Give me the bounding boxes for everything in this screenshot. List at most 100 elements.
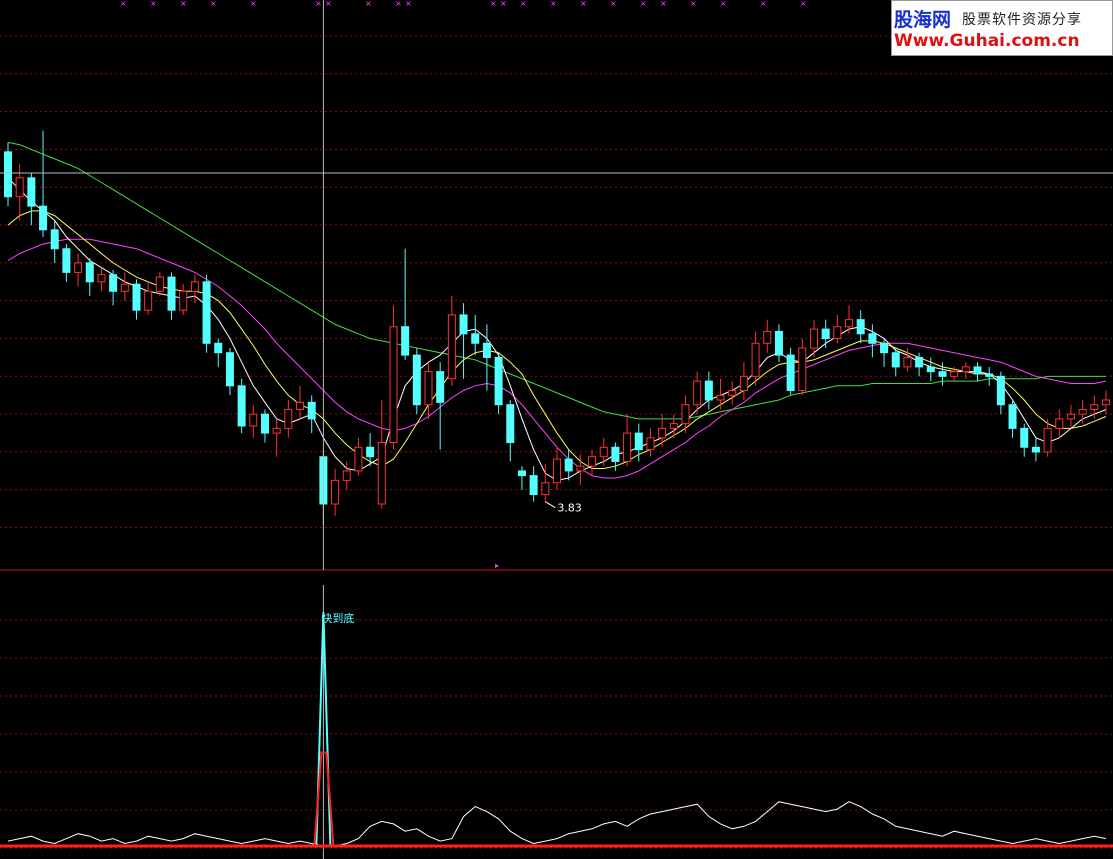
indicator-panel — [0, 612, 1113, 848]
candle-body — [599, 446, 608, 458]
candle-body — [786, 354, 795, 392]
indicator-line — [7, 801, 1107, 847]
candle-body — [167, 276, 176, 311]
ma-mid-line — [7, 210, 1107, 469]
top-marker: × — [800, 0, 807, 8]
top-marker: × — [690, 0, 697, 8]
candle — [401, 248, 410, 360]
candle — [74, 253, 83, 287]
candle — [85, 258, 94, 296]
candle-body — [996, 375, 1005, 406]
candle-body — [471, 333, 480, 344]
candle-body — [728, 390, 737, 396]
candle — [260, 409, 269, 443]
top-marker: × — [580, 0, 587, 8]
candle-body — [179, 290, 188, 311]
candle — [763, 319, 772, 353]
candle — [459, 303, 468, 379]
candle — [704, 371, 713, 410]
top-marker: × — [395, 0, 402, 8]
candle-body — [751, 342, 760, 377]
candle-body — [3, 151, 13, 198]
candle — [307, 395, 316, 434]
candle — [1031, 437, 1040, 462]
candle-body — [109, 274, 118, 292]
candle — [517, 466, 526, 490]
candle — [447, 296, 456, 386]
candle — [50, 220, 59, 263]
top-marker: × — [720, 0, 727, 8]
top-marker: × — [660, 0, 667, 8]
top-marker: × — [150, 0, 157, 8]
candle-body — [85, 262, 94, 283]
candle — [891, 348, 900, 377]
candle — [167, 272, 176, 320]
candle — [880, 338, 889, 367]
candle-body — [588, 456, 597, 467]
candle-body — [646, 437, 655, 451]
candle — [132, 279, 141, 320]
candle-body — [950, 371, 959, 377]
candle-body — [424, 371, 433, 406]
candle-body — [541, 482, 550, 496]
top-marker: × — [315, 0, 322, 8]
candle-body — [763, 330, 772, 344]
candle — [284, 400, 293, 438]
candle-body — [576, 465, 585, 472]
candle-body — [225, 352, 234, 387]
candle-body — [62, 248, 71, 273]
candle-body — [482, 342, 491, 358]
candle-body — [658, 427, 667, 439]
candle — [225, 348, 234, 396]
candle-body — [845, 319, 854, 328]
candle-body — [39, 205, 48, 231]
candle-body — [564, 458, 573, 472]
candle — [856, 310, 865, 344]
candle-body — [144, 290, 153, 311]
candle-body — [716, 394, 725, 401]
candle-body — [459, 314, 468, 335]
top-marker: × — [490, 0, 497, 8]
top-marker: × — [120, 0, 127, 8]
candle-body — [693, 380, 702, 406]
candle — [214, 338, 223, 367]
candle-body — [915, 356, 924, 368]
candle — [249, 404, 258, 438]
candle — [144, 281, 153, 315]
candle-body — [669, 423, 678, 429]
candle — [354, 437, 363, 476]
candle-body — [506, 404, 515, 444]
candle — [786, 348, 795, 396]
top-marker: × — [760, 0, 767, 8]
candle-body — [856, 319, 865, 335]
top-markers: × × × × × × × × × × × × × × × × × × × × × ×▸ — [120, 0, 807, 570]
candle — [588, 449, 597, 476]
top-marker: × — [500, 0, 507, 8]
candle-body — [880, 342, 889, 354]
candle — [728, 381, 737, 405]
candle-body — [1066, 413, 1075, 420]
candles — [3, 130, 1111, 526]
top-marker: × — [550, 0, 557, 8]
candle — [331, 468, 340, 516]
candle — [97, 267, 106, 292]
candle-body — [529, 475, 538, 496]
candle — [27, 173, 36, 226]
candle — [798, 338, 807, 396]
candle — [39, 130, 48, 237]
candle — [751, 331, 760, 386]
watermark-site-name: 股海网 — [894, 9, 952, 31]
candle — [296, 385, 305, 419]
candle — [529, 466, 538, 502]
candle — [774, 324, 783, 363]
candle-body — [494, 356, 503, 406]
candle-body — [272, 427, 281, 434]
candle-body — [447, 314, 456, 380]
candle — [809, 319, 818, 358]
candle — [389, 305, 398, 450]
candle-body — [389, 326, 398, 444]
candle-body — [331, 479, 340, 505]
candle — [377, 400, 386, 509]
candle — [1078, 400, 1087, 424]
candle-body — [412, 354, 421, 406]
